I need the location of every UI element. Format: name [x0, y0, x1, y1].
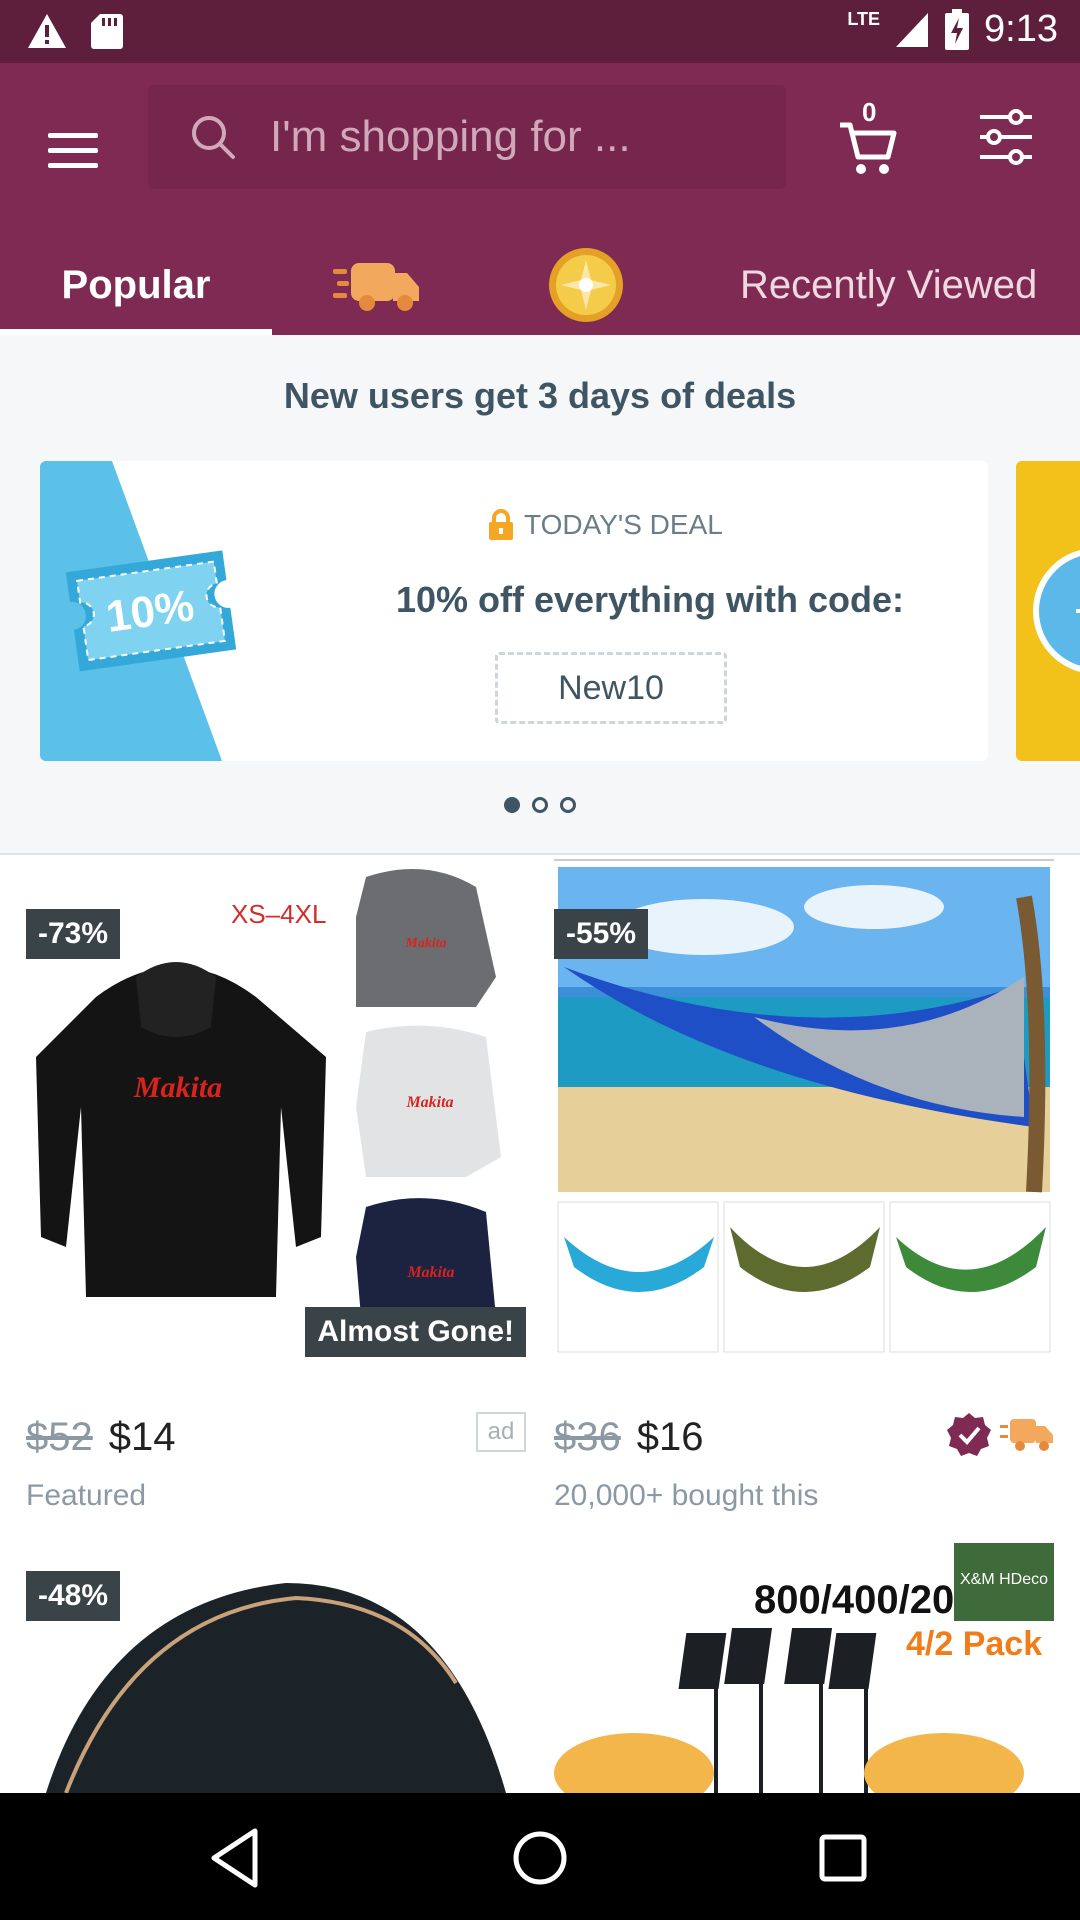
deals-title: New users get 3 days of deals — [283, 375, 797, 416]
todays-deal-text: TODAY'S DEAL — [524, 509, 723, 540]
deals-section: New users get 3 days of deals 10% TODAY'… — [0, 335, 1080, 855]
image-text-2: 4/2 Pack — [906, 1625, 1042, 1663]
network-type: LTE — [847, 9, 881, 29]
battery-charging-icon — [945, 8, 970, 50]
warning-icon — [28, 14, 66, 48]
image-text: 800/400/20 — [754, 1578, 954, 1622]
product-card[interactable]: 800/400/20 4/2 Pack X&M HDeco — [554, 1543, 1054, 1793]
almost-gone-badge: Almost Gone! — [305, 1307, 526, 1357]
cart-icon — [840, 122, 897, 174]
signal-icon — [896, 12, 929, 47]
carousel-dot[interactable] — [504, 797, 520, 813]
search-bar[interactable] — [148, 85, 786, 189]
sale-price: $16 — [636, 1414, 704, 1459]
product-image[interactable]: XS–4XL Makita Makita Makita Makita -73% … — [26, 857, 526, 1357]
brand-text-small: Makita — [406, 1264, 454, 1281]
discount-badge: -55% — [554, 909, 649, 959]
product-card[interactable]: -55% $36 $16 20,000+ bought this — [554, 857, 1054, 1517]
brand-logo: X&M HDeco — [954, 1543, 1054, 1621]
search-input[interactable] — [270, 112, 750, 162]
cart-button[interactable]: 0 — [838, 97, 908, 177]
clock-illustration — [1033, 550, 1080, 672]
brand-text: Makita — [133, 1071, 222, 1104]
sd-card-icon — [91, 14, 123, 49]
carousel-dot[interactable] — [560, 797, 576, 813]
product-grid: XS–4XL Makita Makita Makita Makita -73% … — [0, 857, 1080, 1793]
gold-coin-icon — [549, 248, 623, 322]
product-image[interactable]: -55% — [554, 857, 1054, 1357]
filter-icon[interactable] — [976, 107, 1036, 167]
price-row: $36 $16 — [554, 1412, 1054, 1462]
carousel-dot[interactable] — [532, 797, 548, 813]
original-price: $36 — [554, 1414, 621, 1459]
original-price: $52 — [26, 1414, 93, 1459]
tab-rewards[interactable] — [536, 235, 636, 335]
ad-tag: ad — [476, 1412, 526, 1452]
clock: 9:13 — [984, 8, 1058, 50]
coupon-code[interactable]: New10 — [495, 652, 727, 724]
product-subtitle: 20,000+ bought this — [554, 1479, 819, 1512]
carousel-dots — [0, 797, 1080, 813]
product-badges — [946, 1412, 1054, 1458]
verified-check-icon — [947, 1413, 991, 1456]
brand-text-small: Makita — [404, 936, 446, 951]
brand-logo-text: X&M HDeco — [959, 1571, 1049, 1588]
lock-icon — [489, 509, 513, 540]
tab-recently-viewed[interactable]: Recently Viewed — [740, 235, 1080, 335]
size-range-text: XS–4XL — [231, 899, 326, 929]
product-card[interactable]: -48% — [26, 1543, 526, 1793]
discount-badge: -73% — [26, 909, 121, 959]
brand-text-small: Makita — [405, 1094, 453, 1111]
todays-deal-label: TODAY'S DEAL — [488, 509, 723, 541]
app-header: 0 Popular — [0, 63, 1080, 335]
price-row: $52 $14 ad — [26, 1412, 526, 1462]
tab-recently-viewed-label: Recently Viewed — [740, 262, 1038, 307]
tab-popular[interactable]: Popular — [0, 235, 272, 335]
product-subtitle: Featured — [26, 1479, 147, 1512]
home-icon[interactable] — [505, 1823, 575, 1893]
menu-icon[interactable] — [38, 115, 108, 185]
tab-fast-shipping[interactable] — [318, 235, 438, 335]
tab-bar: Popular Recently Viewed — [0, 235, 1080, 335]
fast-shipping-truck-icon — [333, 263, 419, 311]
product-image[interactable]: -48% — [26, 1543, 526, 1793]
product-image[interactable]: 800/400/20 4/2 Pack X&M HDeco — [554, 1543, 1054, 1793]
fast-shipping-truck-icon — [1000, 1419, 1053, 1451]
system-nav-bar — [0, 1793, 1080, 1920]
back-icon[interactable] — [200, 1823, 270, 1893]
status-bar: LTE 9:13 — [0, 0, 1080, 63]
product-card[interactable]: XS–4XL Makita Makita Makita Makita -73% … — [26, 857, 526, 1517]
search-icon — [192, 116, 235, 159]
discount-badge: -48% — [26, 1571, 121, 1621]
next-deal-card-peek[interactable] — [1016, 461, 1080, 761]
recents-icon[interactable] — [808, 1823, 878, 1893]
sale-price: $14 — [108, 1414, 176, 1459]
deal-description: 10% off everything with code: — [395, 579, 905, 620]
deal-card[interactable]: 10% TODAY'S DEAL 10% off everything with… — [40, 461, 988, 761]
tab-popular-label: Popular — [61, 262, 211, 307]
